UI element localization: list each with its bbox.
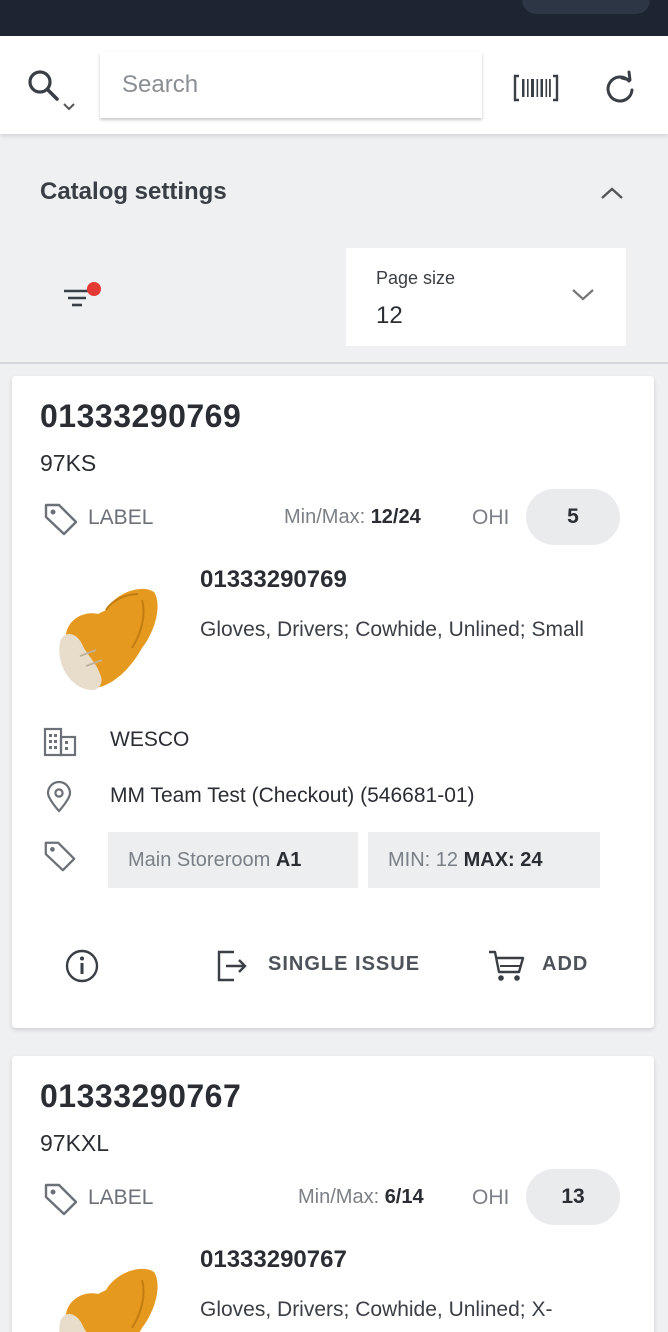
min-max: Min/Max: 12/24 (284, 506, 421, 529)
part-number: 01333290769 (40, 398, 242, 434)
supplier-name: WESCO (110, 728, 190, 751)
glove-product-image (59, 588, 158, 691)
page-size-select[interactable]: Page size 12 (346, 248, 626, 346)
location-pin-icon (46, 780, 72, 813)
chevron-down-icon (572, 289, 594, 301)
label-button[interactable]: LABEL (88, 506, 153, 530)
barcode-scan-button[interactable] (512, 70, 560, 106)
search-icon (28, 70, 59, 101)
min-max-value: 12/24 (370, 506, 421, 528)
ohi-label: OHI (472, 1186, 510, 1209)
max-value: MAX: 24 (463, 849, 543, 871)
chevron-down-icon (63, 103, 75, 111)
min-max-label: Min/Max: (298, 1186, 380, 1208)
item-description: Gloves, Drivers; Cowhide, Unlined; X- (200, 1298, 553, 1321)
exit-icon (217, 950, 247, 982)
catalog-settings-panel: Catalog settings Page size 12 (0, 148, 668, 358)
storeroom-chip: Main Storeroom A1 (108, 832, 358, 888)
single-issue-label: SINGLE ISSUE (268, 953, 421, 975)
min-max-chip: MIN: 12 MAX: 24 (368, 832, 600, 888)
single-issue-button[interactable]: SINGLE ISSUE (214, 944, 444, 988)
sub-code: 97KS (40, 450, 97, 476)
location-name: MM Team Test (Checkout) (546681-01) (110, 784, 475, 807)
cart-icon (489, 950, 525, 981)
sub-code: 97KXL (40, 1130, 110, 1156)
ohi-value-badge: 5 (526, 489, 620, 545)
page-size-value: 12 (376, 302, 403, 329)
catalog-settings-title: Catalog settings (40, 178, 227, 205)
tag-icon (44, 841, 76, 872)
ohi-label: OHI (472, 506, 510, 529)
refresh-icon (606, 70, 634, 103)
info-button[interactable] (64, 948, 100, 984)
add-to-cart-button[interactable]: ADD (486, 944, 626, 988)
building-icon (43, 727, 77, 757)
filter-icon (64, 282, 101, 307)
ohi-value-badge: 13 (526, 1169, 620, 1225)
add-label: ADD (542, 953, 589, 975)
barcode-icon (513, 74, 559, 102)
card-actions: SINGLE ISSUE ADD (12, 936, 654, 996)
divider (0, 362, 668, 364)
search-bar (0, 36, 668, 134)
top-bar-control[interactable] (522, 0, 650, 14)
glove-product-image (59, 1268, 158, 1332)
min-max-label: Min/Max: (284, 506, 366, 528)
item-number: 01333290769 (200, 566, 347, 593)
catalog-item-card: 01333290767 97KXL LABEL Min/Max: 6/14 OH… (12, 1056, 654, 1332)
collapse-settings-button[interactable] (596, 178, 628, 210)
refresh-button[interactable] (598, 66, 642, 110)
tag-icon[interactable] (42, 1180, 80, 1218)
part-number: 01333290767 (40, 1078, 242, 1114)
search-mode-toggle[interactable] (24, 64, 80, 120)
search-input[interactable] (100, 52, 482, 118)
item-number: 01333290767 (200, 1246, 347, 1273)
catalog-item-card: 01333290769 97KS LABEL Min/Max: 12/24 OH… (12, 376, 654, 1028)
tag-icon[interactable] (42, 500, 80, 538)
app-top-bar (0, 0, 668, 36)
min-value: MIN: 12 (388, 849, 459, 871)
item-description: Gloves, Drivers; Cowhide, Unlined; Small (200, 618, 584, 641)
min-max: Min/Max: 6/14 (298, 1186, 424, 1209)
min-max-value: 6/14 (384, 1186, 424, 1208)
storeroom-bin: A1 (275, 849, 302, 871)
page-size-label: Page size (376, 268, 456, 288)
info-icon (65, 949, 99, 983)
storeroom-label: Main Storeroom (128, 849, 271, 871)
chevron-up-icon (601, 187, 623, 199)
label-button[interactable]: LABEL (88, 1186, 153, 1210)
filter-button[interactable] (58, 278, 108, 314)
